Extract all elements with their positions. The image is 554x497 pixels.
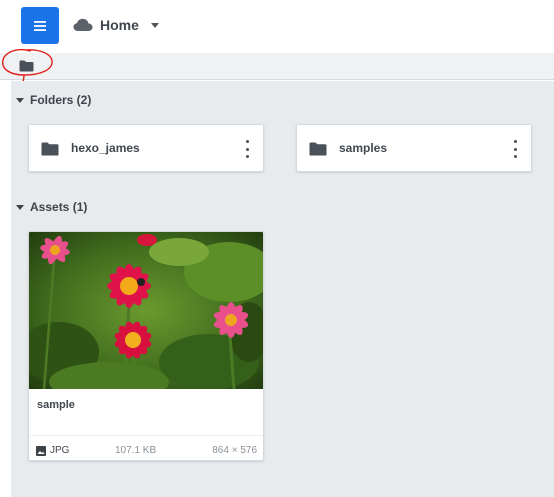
- content-area: Folders (2) hexo_james samples Assets (1…: [11, 81, 554, 497]
- folder-name: hexo_james: [71, 141, 140, 155]
- asset-thumbnail: [29, 232, 263, 389]
- asset-type-label: JPG: [50, 445, 70, 456]
- menu-button[interactable]: [21, 7, 59, 44]
- folder-name: samples: [339, 141, 388, 155]
- assets-section-title: Assets (1): [30, 200, 88, 214]
- folders-section-title: Folders (2): [30, 93, 92, 107]
- folder-card-samples[interactable]: samples: [296, 124, 532, 172]
- image-icon: [36, 445, 46, 456]
- top-bar: Home: [0, 0, 554, 53]
- asset-type: JPG: [36, 445, 69, 456]
- chevron-down-icon: [150, 22, 159, 28]
- workspace-switcher[interactable]: Home: [73, 14, 159, 36]
- collapse-icon: [16, 204, 24, 210]
- more-options-icon[interactable]: [244, 140, 250, 158]
- folder-icon: [41, 142, 59, 156]
- assets-section-header[interactable]: Assets (1): [16, 200, 87, 214]
- folder-icon: [309, 142, 327, 156]
- hamburger-icon: [34, 20, 46, 31]
- asset-size: 107.1 KB: [115, 445, 157, 456]
- workspace-label: Home: [100, 17, 139, 33]
- folder-icon[interactable]: [19, 60, 34, 72]
- folder-card-hexo-james[interactable]: hexo_james: [28, 124, 264, 172]
- collapse-icon: [16, 97, 24, 103]
- breadcrumb: [0, 53, 554, 80]
- cloud-icon: [73, 18, 93, 31]
- more-options-icon[interactable]: [512, 140, 518, 158]
- asset-metadata: JPG 107.1 KB 864 × 576: [29, 435, 263, 460]
- asset-card-sample[interactable]: sample JPG 107.1 KB 864 × 576: [28, 231, 264, 461]
- asset-dimensions: 864 × 576: [212, 445, 257, 456]
- folders-section-header[interactable]: Folders (2): [16, 93, 91, 107]
- asset-name: sample: [37, 399, 75, 411]
